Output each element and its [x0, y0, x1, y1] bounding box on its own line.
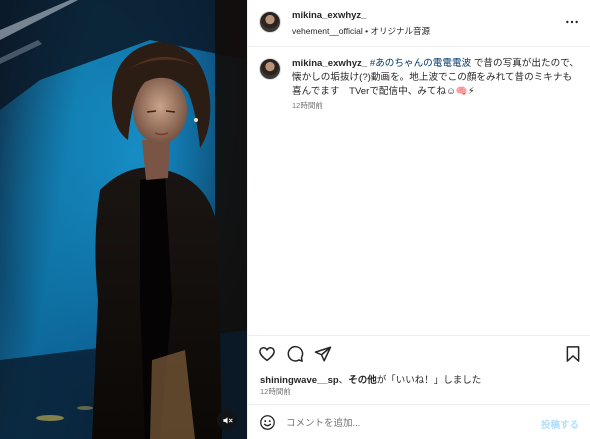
- heart-icon[interactable]: [258, 345, 276, 363]
- comment-bubble-icon[interactable]: [286, 345, 304, 363]
- smiley-icon[interactable]: [259, 414, 276, 431]
- likes-others-link[interactable]: その他: [348, 375, 377, 386]
- likes-summary: shiningwave__sp、その他が「いいね！」しました: [260, 372, 481, 386]
- author-username[interactable]: mikina_exwhyz_: [292, 10, 366, 21]
- mute-toggle-button[interactable]: [217, 410, 237, 430]
- post-timestamp[interactable]: 12時間前: [260, 386, 291, 397]
- author-avatar[interactable]: [259, 11, 281, 33]
- caption-username[interactable]: mikina_exwhyz_: [292, 58, 367, 69]
- caption-author-avatar[interactable]: [259, 58, 281, 80]
- likes-joiner: 、: [338, 375, 349, 386]
- speaker-muted-icon: [222, 416, 233, 424]
- audio-label-link[interactable]: オリジナル音源: [370, 26, 430, 36]
- audio-info: vehement__official • オリジナル音源: [292, 25, 430, 37]
- liker-username[interactable]: shiningwave__sp: [260, 375, 339, 386]
- post-comment-button[interactable]: 投稿する: [541, 417, 579, 431]
- post-media-video[interactable]: [0, 0, 247, 439]
- paper-plane-icon[interactable]: [314, 345, 332, 363]
- comment-composer: 投稿する: [248, 404, 590, 439]
- caption-hashtag-link[interactable]: #あのちゃんの電電電波: [370, 58, 471, 69]
- post-header: mikina_exwhyz_ vehement__official • オリジナ…: [248, 0, 590, 47]
- caption-timestamp: 12時間前: [292, 101, 323, 110]
- post-details-panel: mikina_exwhyz_ vehement__official • オリジナ…: [247, 0, 590, 439]
- comment-input[interactable]: [286, 413, 526, 433]
- action-bar: [248, 335, 590, 371]
- likes-suffix: が「いいね！」しました: [376, 375, 482, 386]
- audio-owner-link[interactable]: vehement__official: [292, 26, 363, 36]
- bookmark-icon[interactable]: [564, 345, 582, 363]
- post-caption: mikina_exwhyz_ #あのちゃんの電電電波 で昔の写真が出たので、懐か…: [292, 57, 579, 99]
- more-dots-icon[interactable]: [564, 14, 580, 30]
- video-frame: [0, 0, 247, 439]
